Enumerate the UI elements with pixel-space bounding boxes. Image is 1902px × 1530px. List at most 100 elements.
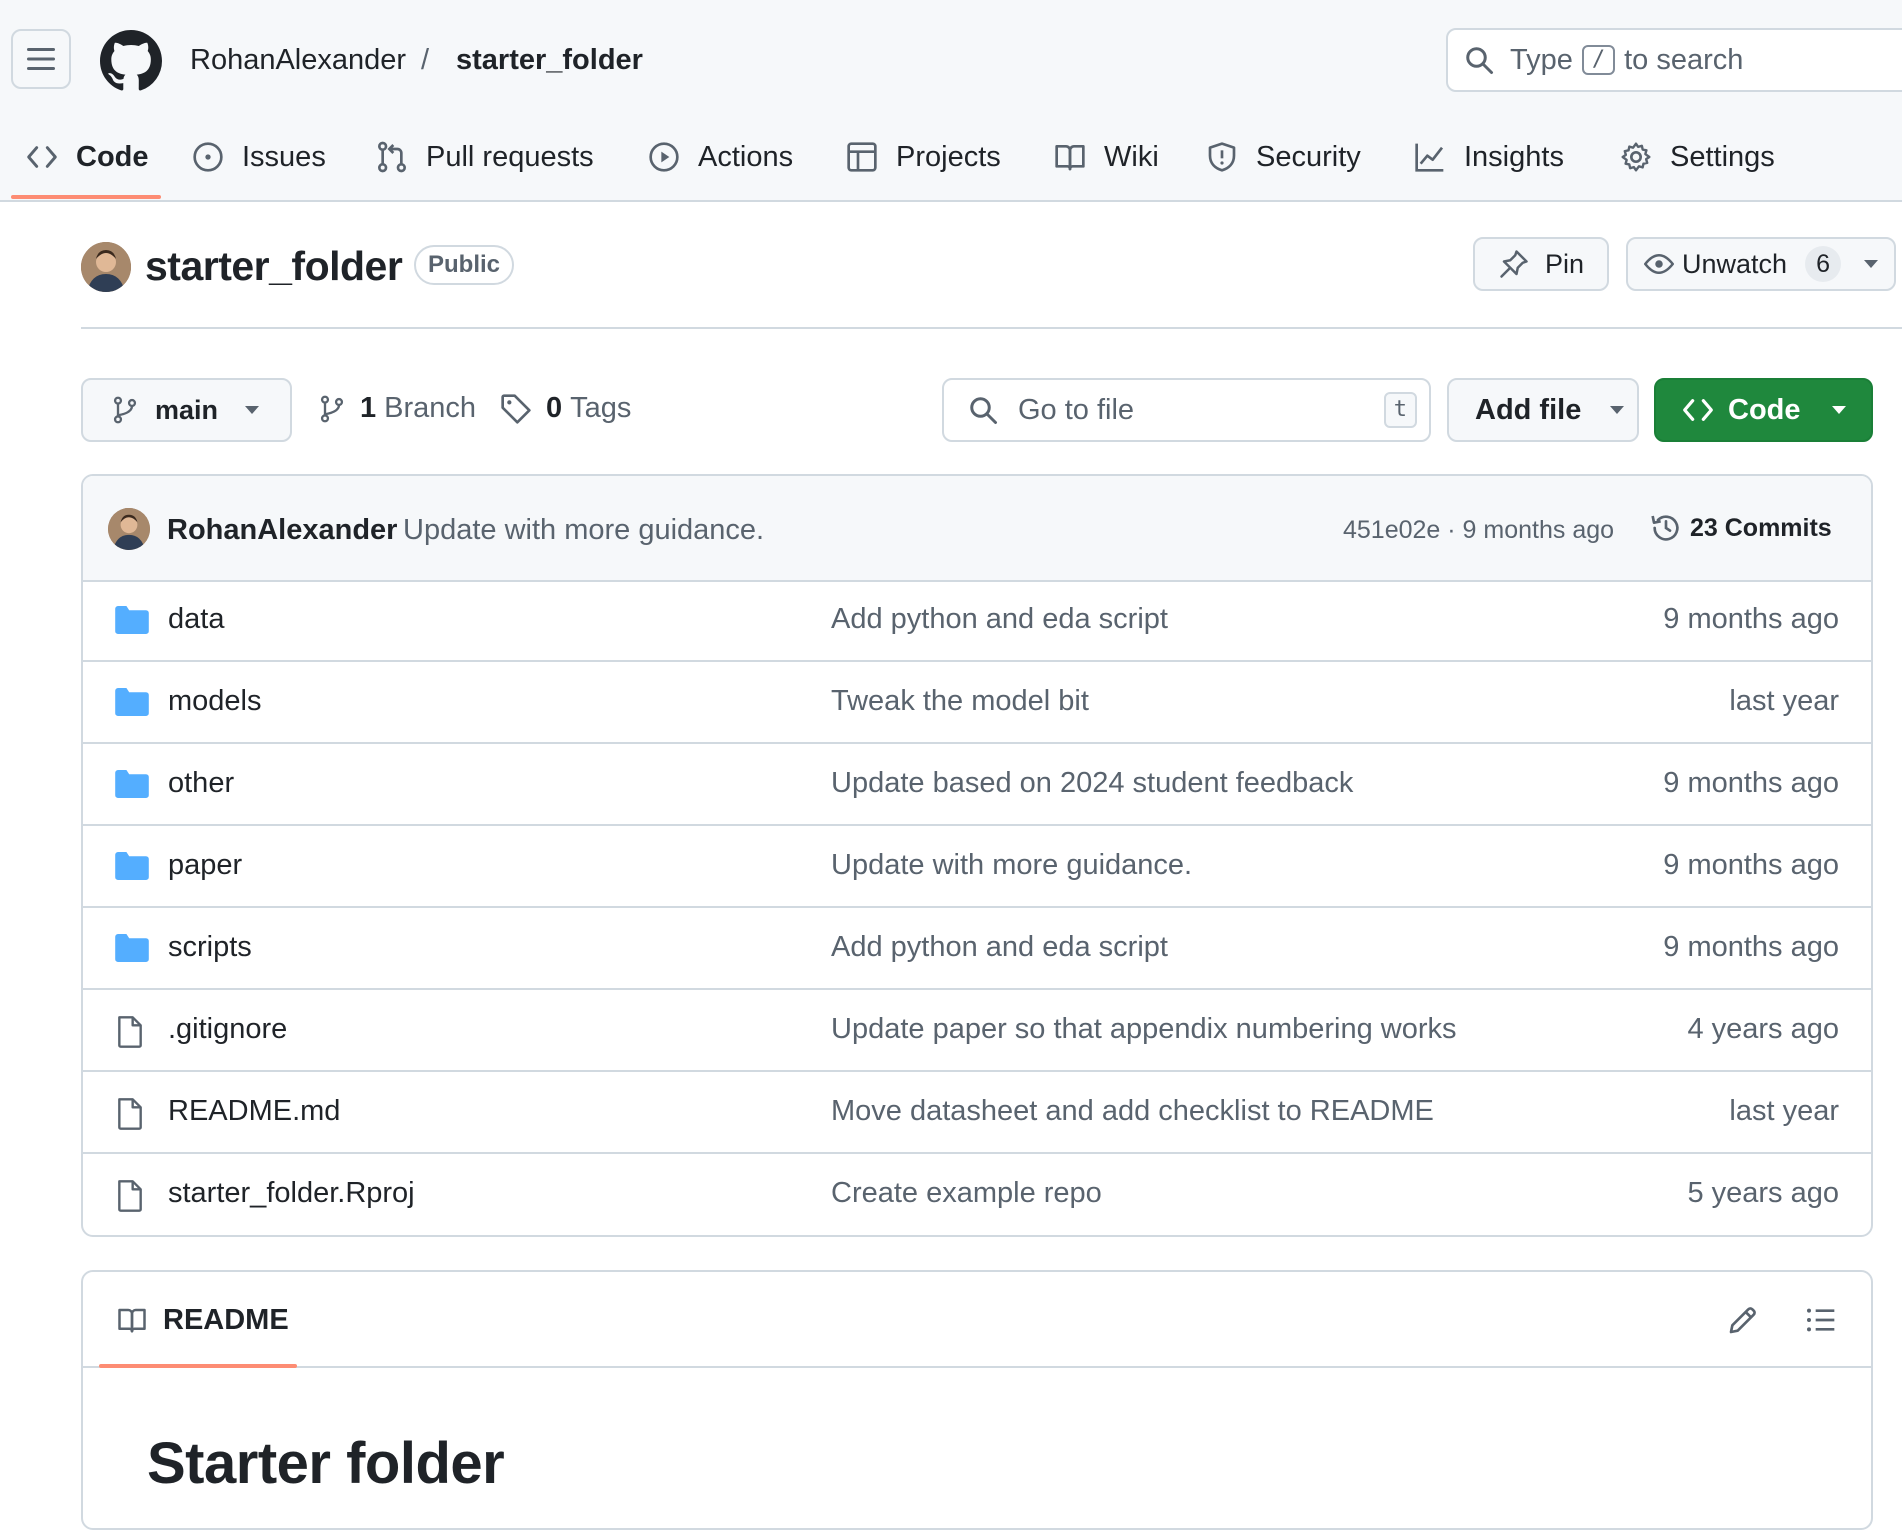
file-row[interactable]: starter_folder.Rproj Create example repo 5… [83, 1154, 1871, 1235]
breadcrumb-owner-link[interactable]: RohanAlexander [190, 42, 406, 78]
readme-heading: Starter folder [147, 1431, 505, 1496]
file-row[interactable]: scripts Add python and eda script 9 months… [83, 908, 1871, 990]
commit-author-avatar[interactable] [108, 508, 150, 550]
caret-down-icon [1610, 406, 1625, 414]
file-row[interactable]: .gitignore Update paper so that appendix … [83, 990, 1871, 1072]
file-name-link[interactable]: other [168, 767, 234, 800]
shield-icon [1208, 142, 1236, 172]
pin-button[interactable]: Pin [1473, 237, 1609, 291]
file-commit-time: 9 months ago [1663, 931, 1839, 963]
git-branch-icon [320, 395, 344, 422]
history-icon [1651, 515, 1679, 541]
file-row[interactable]: other Update based on 2024 student feedba… [83, 744, 1871, 826]
tags-link[interactable]: 0 Tags [500, 392, 631, 425]
file-table: RohanAlexander Update with more guidance… [81, 474, 1873, 1237]
tab-insights[interactable]: Insights [1414, 126, 1564, 188]
tab-wiki[interactable]: Wiki [1054, 126, 1159, 188]
file-name-link[interactable]: scripts [168, 931, 252, 964]
tab-security[interactable]: Security [1206, 126, 1361, 188]
pencil-icon[interactable] [1727, 1304, 1759, 1336]
book-icon [1055, 145, 1085, 171]
file-commit-message-link[interactable]: Add python and eda script [831, 931, 1168, 964]
add-file-label: Add file [1475, 393, 1582, 426]
commits-history-link[interactable]: 23 Commits [1650, 512, 1832, 544]
active-tab-indicator [11, 195, 161, 199]
file-row[interactable]: data Add python and eda script 9 months ag… [83, 580, 1871, 662]
file-commit-message-link[interactable]: Create example repo [831, 1177, 1102, 1210]
file-commit-message-link[interactable]: Add python and eda script [831, 603, 1168, 636]
file-icon-wrapper [115, 1016, 145, 1048]
commits-count-label: 23 Commits [1690, 513, 1832, 542]
file-name-link[interactable]: starter_folder.Rproj [168, 1177, 415, 1210]
tab-code[interactable]: Code [26, 126, 149, 188]
file-name-link[interactable]: data [168, 603, 224, 636]
readme-tab-indicator [99, 1364, 297, 1368]
eye-icon [1644, 254, 1674, 274]
owner-avatar[interactable] [81, 242, 131, 292]
readme-tab[interactable]: README [163, 1304, 289, 1337]
tab-label: Code [76, 140, 149, 173]
gear-icon [1621, 142, 1651, 172]
tab-settings[interactable]: Settings [1620, 126, 1775, 188]
menu-icon [27, 48, 55, 70]
file-commit-time: 9 months ago [1663, 849, 1839, 881]
tab-issues[interactable]: Issues [192, 126, 326, 188]
file-name-link[interactable]: models [168, 685, 262, 718]
branches-link[interactable]: 1 Branch [318, 392, 476, 425]
watch-count-badge: 6 [1805, 246, 1842, 282]
tab-actions[interactable]: Actions [648, 126, 793, 188]
file-commit-time: 9 months ago [1663, 767, 1839, 799]
tab-pull-requests[interactable]: Pull requests [376, 126, 594, 188]
search-prefix-text: Type [1510, 43, 1573, 76]
tab-projects[interactable]: Projects [846, 126, 1001, 188]
readme-panel: README Starter folder [81, 1270, 1873, 1530]
file-icon [118, 1098, 142, 1130]
pin-label: Pin [1545, 248, 1585, 279]
github-logo-icon[interactable] [100, 30, 162, 92]
tag-icon [501, 393, 531, 424]
book-icon [118, 1308, 146, 1333]
tab-label: Wiki [1104, 140, 1159, 173]
commit-hash-time[interactable]: 451e02e · 9 months ago [1343, 516, 1614, 545]
global-search-input[interactable]: Type / to search [1446, 28, 1902, 92]
table-icon [847, 142, 877, 172]
repo-title[interactable]: starter_folder [145, 240, 403, 292]
file-icon-wrapper [115, 1180, 145, 1212]
issue-opened-icon [193, 142, 223, 172]
list-unordered-icon[interactable] [1805, 1304, 1837, 1336]
search-icon [1466, 47, 1493, 74]
file-row[interactable]: models Tweak the model bit last year [83, 662, 1871, 744]
branch-select-button[interactable]: main [81, 378, 292, 442]
add-file-button[interactable]: Add file [1447, 378, 1639, 442]
caret-down-icon [1831, 406, 1846, 414]
code-icon [27, 146, 57, 168]
folder-icon-wrapper [115, 688, 149, 716]
branch-name: main [155, 394, 219, 425]
file-commit-message-link[interactable]: Update paper so that appendix numbering … [831, 1013, 1457, 1046]
file-commit-message-link[interactable]: Update with more guidance. [831, 849, 1192, 882]
go-to-file-input[interactable]: Go to file t [942, 378, 1431, 442]
commit-message-link[interactable]: Update with more guidance. [403, 514, 764, 547]
unwatch-button[interactable]: Unwatch 6 [1626, 237, 1896, 291]
tab-label: Settings [1670, 140, 1775, 173]
file-commit-message-link[interactable]: Tweak the model bit [831, 685, 1089, 718]
caret-down-icon [1864, 260, 1879, 268]
tab-label: Projects [896, 140, 1001, 173]
file-name-link[interactable]: paper [168, 849, 242, 882]
file-name-link[interactable]: .gitignore [168, 1013, 287, 1046]
hamburger-menu-button[interactable] [11, 29, 71, 89]
file-name-link[interactable]: README.md [168, 1095, 340, 1128]
file-row[interactable]: paper Update with more guidance. 9 months … [83, 826, 1871, 908]
file-icon [118, 1016, 142, 1048]
commit-author-link[interactable]: RohanAlexander [167, 514, 397, 547]
branch-label: Branch [384, 392, 477, 424]
file-commit-message-link[interactable]: Move datasheet and add checklist to READ… [831, 1095, 1434, 1128]
unwatch-label: Unwatch [1682, 248, 1788, 279]
code-button[interactable]: Code [1654, 378, 1873, 442]
file-commit-message-link[interactable]: Update based on 2024 student feedback [831, 767, 1353, 800]
breadcrumb-repo-link[interactable]: starter_folder [456, 42, 643, 78]
file-row[interactable]: README.md Move datasheet and add checklis… [83, 1072, 1871, 1154]
go-to-file-placeholder: Go to file [1018, 393, 1135, 426]
search-suffix-text: to search [1624, 43, 1744, 76]
tag-label: Tags [570, 392, 632, 424]
